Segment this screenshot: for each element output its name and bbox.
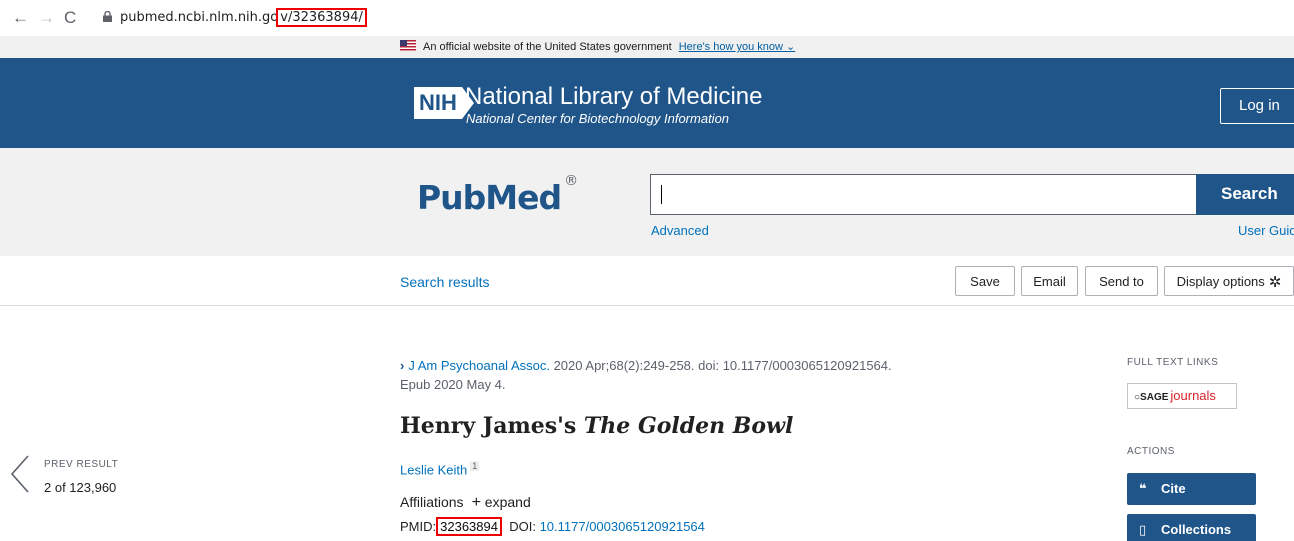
article-title-italic: The Golden Bowl (583, 413, 794, 439)
search-input[interactable] (650, 174, 1197, 215)
doi-label: DOI: (509, 519, 536, 534)
search-button[interactable]: Search (1196, 174, 1294, 215)
save-button[interactable]: Save (955, 266, 1015, 296)
login-button[interactable]: Log in (1220, 88, 1294, 124)
prev-result-label[interactable]: PREV RESULT (44, 459, 118, 470)
results-toolbar: Search results Save Email Send to Displa… (0, 256, 1294, 306)
quote-icon: ❝ (1139, 481, 1147, 496)
nlm-header: NIH National Library of Medicine Nationa… (0, 58, 1294, 148)
plus-icon: + (471, 494, 481, 511)
display-options-button[interactable]: Display options ✲ (1164, 266, 1294, 296)
affiliations-label: Affiliations (400, 494, 464, 510)
author-link[interactable]: Leslie Keith (400, 462, 467, 477)
full-text-links-heading: FULL TEXT LINKS (1127, 357, 1219, 368)
doi-link[interactable]: 10.1177/0003065120921564 (540, 519, 705, 534)
forward-arrow-icon[interactable]: → (38, 8, 55, 28)
sage-logo-icon: ○SAGE (1134, 392, 1169, 403)
user-guide-link[interactable]: User Guid (1238, 223, 1294, 238)
gov-banner: An official website of the United States… (0, 36, 1294, 58)
chevron-right-icon[interactable]: › (400, 358, 404, 373)
advanced-search-link[interactable]: Advanced (651, 223, 709, 238)
pubmed-logo[interactable]: PubMed ® (417, 173, 578, 217)
lock-icon (103, 11, 112, 22)
nlm-title[interactable]: National Library of Medicine (465, 84, 762, 110)
sage-journals-link[interactable]: ○SAGE journals (1127, 383, 1237, 409)
address-bar[interactable]: pubmed.ncbi.nlm.nih.go v/32363894/ (103, 8, 367, 27)
browser-toolbar: ← → C pubmed.ncbi.nlm.nih.go v/32363894/ (0, 0, 1294, 36)
actions-heading: ACTIONS (1127, 446, 1175, 457)
us-flag-icon (400, 40, 416, 51)
article-identifiers: PMID: 32363894 DOI: 10.1177/0003065120921… (400, 517, 705, 536)
chevron-down-icon: ⌄ (786, 41, 796, 53)
affiliation-ref[interactable]: 1 (470, 461, 480, 471)
cite-button[interactable]: ❝ Cite (1127, 473, 1256, 505)
result-position: 2 of 123,960 (44, 480, 117, 495)
email-button[interactable]: Email (1021, 266, 1078, 296)
pmid-highlight: 32363894 (436, 517, 502, 536)
gov-banner-text: An official website of the United States… (423, 41, 672, 53)
sage-journals-text: journals (1170, 388, 1216, 403)
back-arrow-icon[interactable]: ← (12, 8, 29, 28)
reload-icon[interactable]: C (64, 8, 76, 28)
affiliations-toggle[interactable]: Affiliations + expand (400, 494, 531, 512)
search-section: PubMed ® Search Advanced User Guid (0, 148, 1294, 256)
author-list: Leslie Keith 1 (400, 461, 480, 477)
bookmark-icon: ▯ (1139, 522, 1147, 537)
registered-mark: ® (564, 173, 579, 189)
citation-details: 2020 Apr;68(2):249-258. doi: 10.1177/000… (549, 358, 892, 373)
send-to-button[interactable]: Send to (1085, 266, 1158, 296)
epub-date: Epub 2020 May 4. (400, 377, 506, 392)
prev-result-arrow-icon[interactable] (8, 454, 32, 494)
gear-icon: ✲ (1268, 274, 1282, 291)
collections-button[interactable]: ▯ Collections (1127, 514, 1256, 541)
nlm-subtitle: National Center for Biotechnology Inform… (466, 111, 730, 126)
expand-label: expand (484, 494, 531, 510)
article-title: Henry James's The Golden Bowl (400, 413, 794, 439)
pmid-label: PMID: (400, 519, 437, 534)
url-host: pubmed.ncbi.nlm.nih.go (120, 10, 279, 25)
article-citation: › J Am Psychoanal Assoc. 2020 Apr;68(2):2… (400, 356, 990, 394)
search-results-link[interactable]: Search results (400, 274, 489, 290)
url-path-highlight: v/32363894/ (276, 8, 367, 27)
text-caret (661, 185, 662, 204)
nih-logo-text: NIH (414, 87, 462, 119)
journal-link[interactable]: J Am Psychoanal Assoc. (408, 358, 550, 373)
how-you-know-link[interactable]: Here's how you know ⌄ (679, 41, 796, 53)
